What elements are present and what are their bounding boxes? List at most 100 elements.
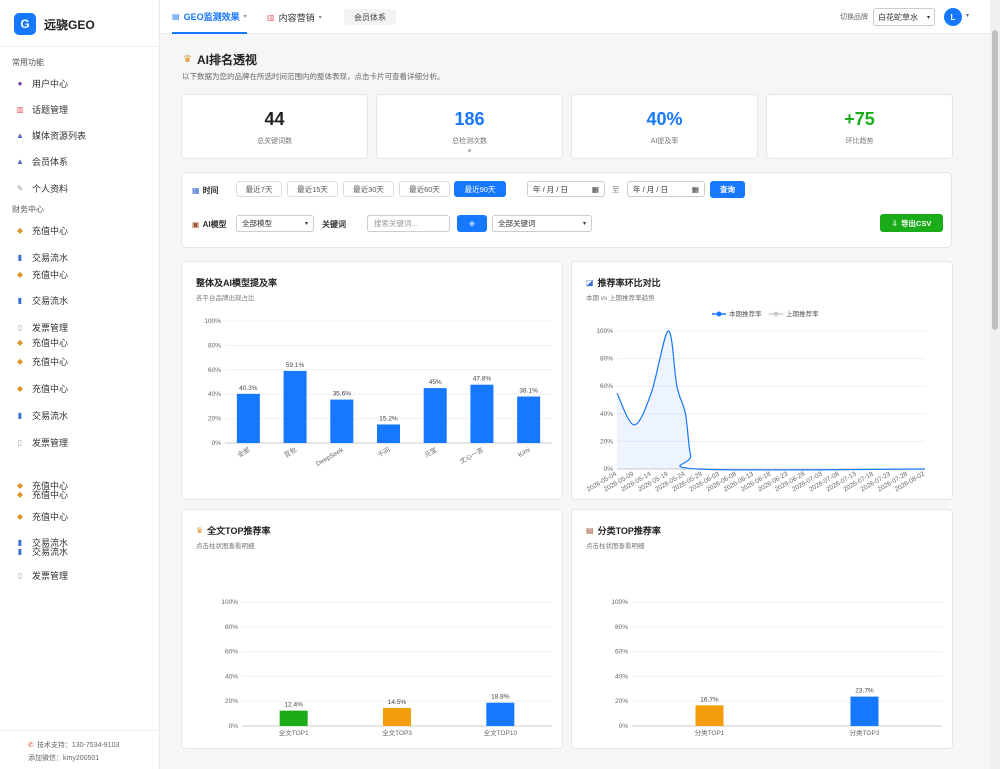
sidebar-item[interactable]: ◆ 充值中心	[14, 224, 68, 237]
x-tick-label: 分类TOP3	[850, 728, 880, 737]
tab-membership[interactable]: 会员体系	[344, 9, 396, 25]
start-date-input[interactable]: 年 / 月 / 日 ▦	[527, 181, 605, 197]
keyword-select[interactable]: 全部关键词 ▾	[492, 215, 592, 232]
sidebar-item[interactable]: ✎ 个人资料	[14, 182, 68, 195]
tab-geo-monitor[interactable]: ▤ GEO监测效果 ▾	[172, 0, 247, 34]
sidebar-item[interactable]: ◆ 充值中心	[14, 488, 68, 501]
y-tick-label: 20%	[208, 416, 221, 423]
sidebar-item[interactable]: ◆ 充值中心	[14, 355, 68, 368]
sidebar-item[interactable]: ▥ 话题管理	[14, 103, 68, 116]
chart-bar[interactable]	[517, 396, 541, 443]
end-date-input[interactable]: 年 / 月 / 日 ▦	[627, 181, 705, 197]
x-tick-label: DeepSeek	[315, 446, 345, 468]
chevron-down-icon[interactable]: ▾	[966, 12, 969, 19]
bar-chart-icon: ▮	[17, 253, 23, 262]
overall-mention-chart-card: 0% 20% 40% 60% 80% 100% 40.3% 全部 59.1% 豆包 35.6% Dee…	[181, 261, 563, 500]
y-tick-label: 60%	[225, 649, 238, 656]
page-title: ♛ AI排名透视	[183, 53, 257, 67]
calendar-icon: ▦	[691, 184, 699, 194]
sidebar-item[interactable]: ▮ 交易流水	[14, 251, 68, 264]
keyword-search-input[interactable]: 搜索关键词...	[367, 215, 450, 232]
chart-bar[interactable]	[330, 399, 354, 443]
keyword-label: 关键词	[322, 220, 346, 229]
sidebar-item[interactable]: ▯ 发票管理	[14, 436, 68, 449]
coin-icon: ◆	[16, 338, 24, 347]
bar-value-label: 15.2%	[379, 415, 398, 422]
sidebar-item[interactable]: ▯ 发票管理	[14, 569, 68, 582]
main-content: ♛ AI排名透视 以下数据为您的品牌在所选时间范围内的整体表现，点击卡片可查看详…	[160, 34, 990, 769]
kpi-card-mention-rate[interactable]: 40% AI提及率	[571, 94, 758, 159]
bar-chart-icon: ▮	[17, 411, 23, 420]
sidebar-item[interactable]: ◆ 充值中心	[14, 510, 68, 523]
model-select[interactable]: 全部模型 ▾	[236, 215, 314, 232]
chart-bar[interactable]	[486, 702, 515, 726]
chart-bar[interactable]	[377, 424, 400, 443]
chart-bar[interactable]	[850, 696, 879, 726]
scrollbar-thumb[interactable]	[992, 30, 998, 330]
line-chart-icon: ◪	[586, 278, 594, 287]
download-icon: ⇩	[891, 218, 898, 228]
range-15d-button[interactable]: 最近15天	[287, 181, 338, 197]
sidebar-item[interactable]: ▲ 会员体系	[14, 155, 68, 168]
sidebar-item[interactable]: ◆ 充值中心	[14, 336, 68, 349]
range-60d-button[interactable]: 最近60天	[399, 181, 450, 197]
sidebar-item[interactable]: ▮ 交易流水	[14, 294, 68, 307]
chart-bar[interactable]	[236, 393, 260, 443]
loading-dot-icon	[468, 149, 471, 152]
sidebar-item[interactable]: ▯ 发票管理	[14, 321, 68, 334]
chart-bar[interactable]	[470, 384, 494, 443]
bar-value-label: 35.6%	[333, 391, 352, 398]
page-scrollbar[interactable]	[990, 0, 1000, 769]
range-7d-button[interactable]: 最近7天	[236, 181, 282, 197]
fulltext-top-chart-card: 0% 20% 40% 60% 80% 100% 12.4% 全文TOP1 14.5% 全文TOP3…	[181, 509, 563, 749]
x-tick-label: 全部	[236, 445, 252, 460]
date-separator: 至	[612, 185, 620, 194]
chevron-down-icon: ▾	[243, 13, 247, 20]
y-tick-label: 20%	[225, 698, 238, 705]
query-button[interactable]: 查询	[710, 181, 745, 198]
avatar[interactable]: L	[944, 8, 962, 26]
sidebar-item-label: 交易流水	[32, 411, 69, 421]
export-csv-button[interactable]: ⇩ 导出CSV	[880, 214, 943, 232]
chart-bar[interactable]	[383, 708, 411, 726]
bar-value-label: 16.7%	[700, 696, 719, 703]
sidebar-item[interactable]: ◆ 充值中心	[14, 268, 68, 281]
sidebar-item-label: 发票管理	[32, 323, 69, 333]
sidebar-item-label: 交易流水	[32, 296, 69, 306]
range-90d-button[interactable]: 最近90天	[454, 181, 506, 197]
sidebar-item[interactable]: ▮ 交易流水	[14, 409, 68, 422]
y-tick-label: 100%	[611, 599, 628, 606]
sidebar-item[interactable]: ◆ 充值中心	[14, 382, 68, 395]
y-tick-label: 100%	[204, 318, 221, 325]
chart-bar[interactable]	[283, 370, 307, 443]
brand-select[interactable]: 白花蛇草水 ▾	[873, 8, 935, 26]
sidebar-divider	[0, 46, 160, 47]
keyword-add-button[interactable]: ⊕	[457, 215, 487, 232]
chart-bar[interactable]	[279, 710, 308, 726]
legend-label: 本期推荐率	[729, 309, 762, 318]
sidebar-item[interactable]: ▲ 媒体资源列表	[14, 129, 86, 142]
phone-icon: ✆	[28, 742, 34, 749]
kpi-card-keywords[interactable]: 44 总关键词数	[181, 94, 368, 159]
sidebar-item[interactable]: ● 用户中心	[14, 77, 68, 90]
chart-title: ♛ 全文TOP推荐率	[196, 526, 271, 536]
sidebar-footer: ✆ 技术支持：130-7534-9103 添加微信：kmy200501	[0, 730, 160, 765]
brand[interactable]: G 远骁GEO	[14, 12, 95, 36]
bar-value-label: 38.1%	[519, 388, 538, 395]
chart-bar[interactable]	[695, 705, 724, 726]
chevron-down-icon: ▾	[926, 14, 930, 21]
kpi-card-detections[interactable]: 186 总检测次数	[376, 94, 563, 159]
y-tick-label: 100%	[596, 328, 613, 335]
tab-content-marketing[interactable]: ▥ 内容营销 ▾	[267, 0, 322, 34]
file-icon: ▯	[17, 323, 23, 332]
support-phone: ✆ 技术支持：130-7534-9103	[28, 742, 120, 749]
kpi-card-trend[interactable]: +75 环比趋势	[766, 94, 953, 159]
sidebar-item-label: 发票管理	[32, 571, 69, 581]
chart-bar[interactable]	[423, 388, 447, 443]
chart-subtitle: 各平台品牌出现占比	[196, 295, 255, 302]
calendar-icon: ▦	[192, 186, 200, 195]
sidebar-item[interactable]: ▮ 交易流水	[14, 545, 68, 558]
chart-title: ◪ 推荐率环比对比	[586, 278, 661, 288]
bar-value-label: 14.5%	[388, 699, 407, 706]
range-30d-button[interactable]: 最近30天	[343, 181, 394, 197]
